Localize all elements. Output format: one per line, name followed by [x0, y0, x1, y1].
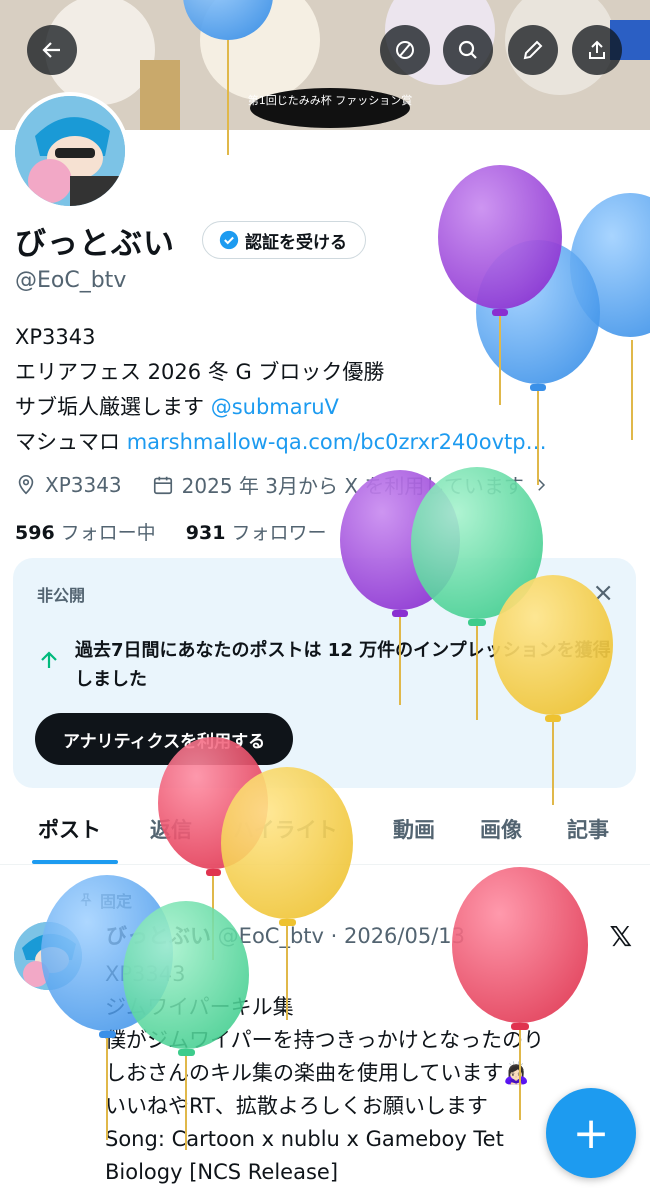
avatar-illustration: [14, 922, 82, 990]
joined-text: 2025 年 3月から X を利用しています: [181, 474, 524, 498]
hide-icon: [396, 41, 414, 59]
mention-link[interactable]: @submaruV: [211, 395, 339, 419]
arrow-up-icon: [41, 651, 57, 668]
private-label: 非公開: [37, 586, 86, 605]
bio-line: XP3343: [15, 325, 96, 349]
compose-button[interactable]: +: [546, 1088, 636, 1178]
back-button[interactable]: [27, 25, 77, 75]
edit-button[interactable]: [508, 25, 558, 75]
location-text: XP3343: [45, 472, 122, 497]
bio-line: エリアフェス 2026 冬 G ブロック優勝: [15, 360, 385, 384]
following-label: フォロー中: [60, 522, 156, 544]
edit-icon: [523, 40, 543, 60]
share-icon: [589, 40, 605, 59]
search-icon: [458, 40, 477, 59]
tab-articles[interactable]: 記事: [567, 814, 609, 844]
tab-replies[interactable]: 返信: [150, 814, 192, 844]
post-line: しおさんのキル集の楽曲を使用しています🙇🏻‍♀️: [105, 1061, 530, 1085]
tab-highlights[interactable]: ハイライト: [233, 814, 338, 844]
avatar-illustration: [15, 96, 125, 206]
close-icon[interactable]: ×: [592, 578, 614, 608]
analytics-card: 非公開 × 過去7日間にあなたのポストは 12 万件のインプレッションを獲得しま…: [13, 558, 636, 788]
post-text: XP3343 ジムワイパーキル集 僕がジムワイパーを持つきっかけとなったのり し…: [105, 958, 625, 1189]
get-verified-button[interactable]: 認証を受ける: [202, 221, 366, 259]
pinned-label: 固定: [100, 892, 133, 911]
tab-images[interactable]: 画像: [480, 814, 522, 844]
avatar[interactable]: [11, 92, 129, 210]
post-line: ジムワイパーキル集: [105, 995, 294, 1019]
back-arrow-icon: [42, 42, 60, 58]
bio-line: マシュマロ: [15, 430, 127, 454]
post-line: いいねやRT、拡散よろしくお願いします: [105, 1094, 488, 1118]
post-line: XP3343: [105, 962, 186, 986]
post-meta: @EoC_btv · 2026/05/13: [211, 924, 466, 948]
chevron-right-icon[interactable]: [532, 476, 550, 494]
grok-x-icon[interactable]: 𝕏: [609, 920, 632, 953]
tab-videos[interactable]: 動画: [393, 814, 435, 844]
profile-handle: @EoC_btv: [15, 268, 127, 293]
following-link[interactable]: 596 フォロー中: [15, 522, 156, 544]
analytics-button[interactable]: アナリティクスを利用する: [35, 713, 294, 765]
followers-label: フォロワー: [231, 522, 327, 544]
profile-bio: XP3343 エリアフェス 2026 冬 G ブロック優勝 サブ垢人厳選します …: [15, 320, 547, 460]
share-button[interactable]: [572, 25, 622, 75]
post-line: 僕がジムワイパーを持つきっかけとなったのり: [105, 1028, 545, 1052]
calendar-icon: [153, 476, 172, 494]
impressions-text: 過去7日間にあなたのポストは 12 万件のインプレッションを獲得しました: [75, 640, 611, 690]
verified-badge-icon: [219, 230, 239, 250]
search-button[interactable]: [443, 25, 493, 75]
tab-posts[interactable]: ポスト: [38, 814, 101, 844]
profile-tabs: ポスト 返信 ハイライト 動画 画像 記事: [0, 806, 650, 865]
location-icon: [18, 474, 34, 494]
following-count: 596: [15, 522, 55, 544]
get-verified-label: 認証を受ける: [245, 232, 347, 253]
post-author-name[interactable]: びっとぶい: [106, 924, 211, 948]
post-avatar[interactable]: [14, 922, 82, 990]
banner-caption: 第1回じたみみ杯 ファッション賞: [248, 93, 413, 107]
follow-stats: 596 フォロー中 931 フォロワー: [15, 518, 326, 545]
followers-link[interactable]: 931 フォロワー: [186, 522, 327, 544]
pinned-indicator: 固定: [78, 888, 132, 912]
bio-line: サブ垢人厳選します: [15, 395, 211, 419]
post-header: びっとぶい @EoC_btv · 2026/05/13: [106, 920, 465, 950]
followers-count: 931: [185, 522, 226, 544]
active-tab-indicator: [32, 860, 118, 864]
pin-icon: [80, 893, 92, 906]
balloon-blue: [570, 193, 650, 440]
hide-button[interactable]: [380, 25, 430, 75]
post-line: Biology [NCS Release]: [105, 1160, 339, 1184]
marshmallow-link[interactable]: marshmallow-qa.com/bc0zrxr240ovtp…: [127, 430, 547, 454]
profile-meta: XP3343 2025 年 3月から X を利用しています: [15, 470, 550, 499]
profile-name: びっとぶい: [15, 226, 175, 262]
